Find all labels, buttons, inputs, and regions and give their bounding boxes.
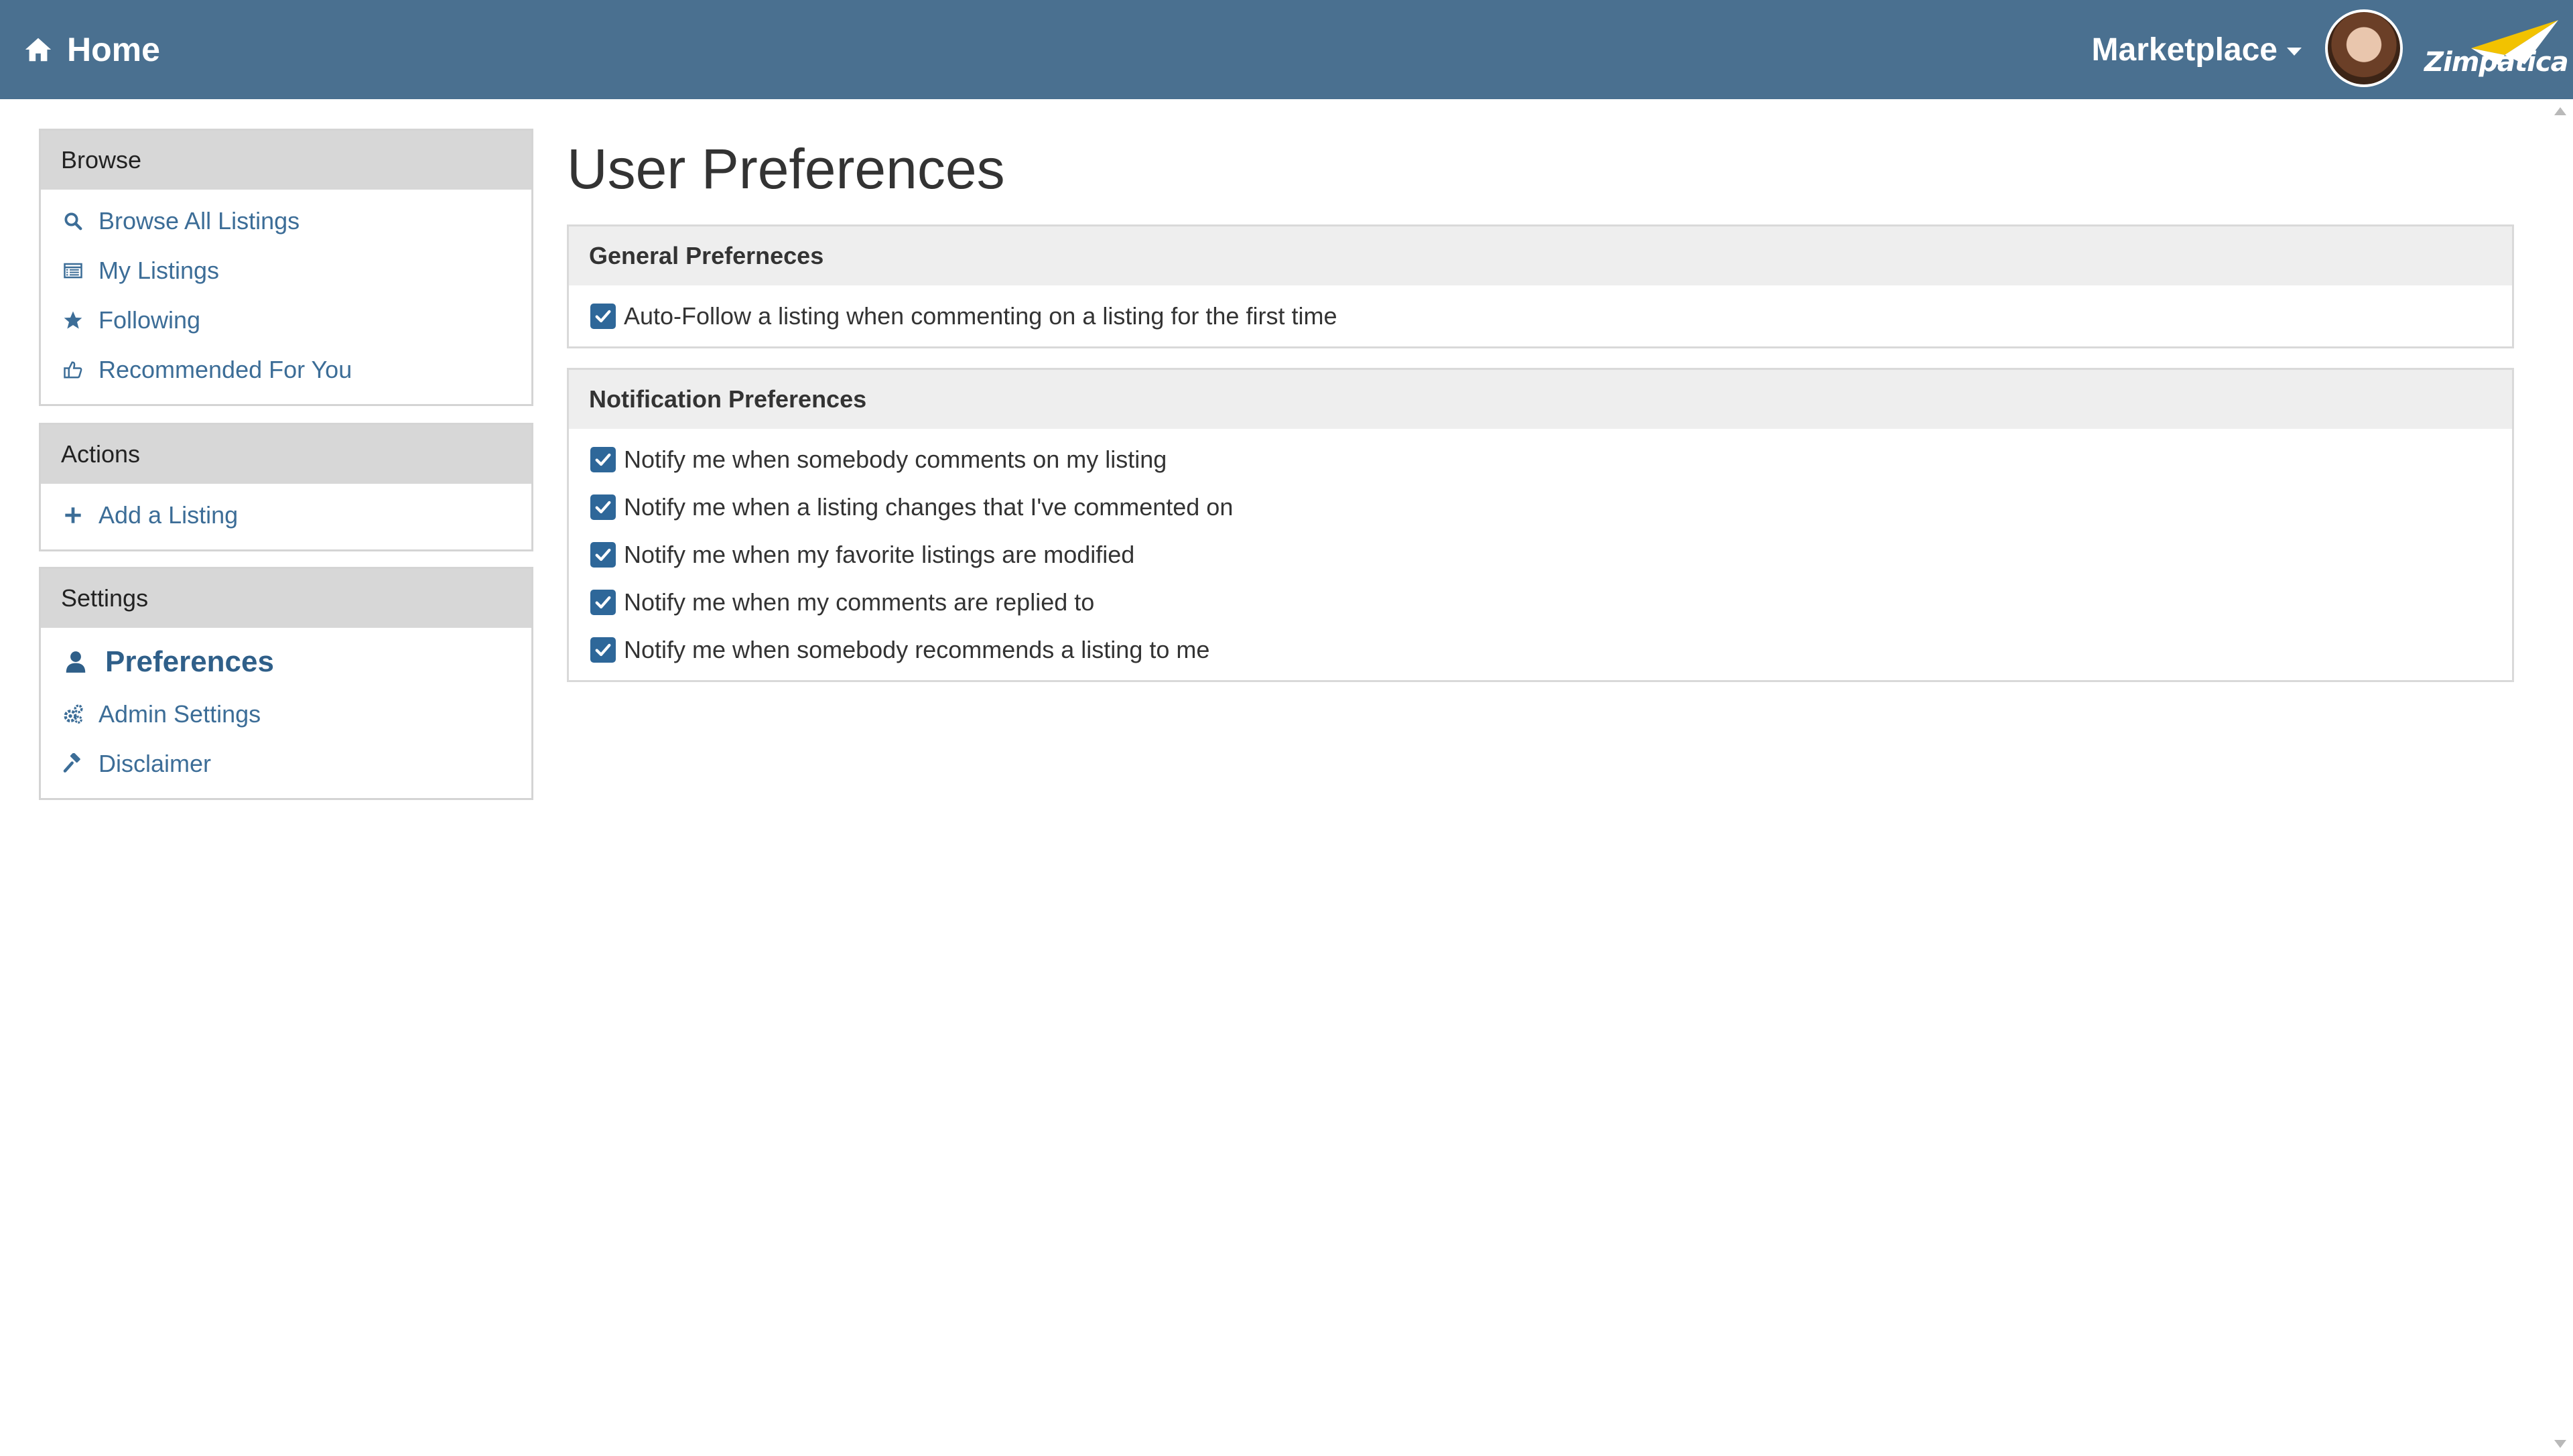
sidebar-item-label: Following: [98, 306, 201, 334]
sidebar-item-label: Preferences: [105, 645, 274, 678]
plus-icon: [61, 503, 85, 527]
option-label: Notify me when a listing changes that I'…: [624, 492, 1234, 521]
brand-logo: Zimpatica: [2424, 17, 2569, 82]
page-title: User Preferences: [567, 137, 1005, 200]
check-icon: [595, 453, 611, 466]
sidebar-item-disclaimer[interactable]: Disclaimer: [41, 739, 531, 789]
chevron-down-icon: [2287, 48, 2302, 56]
settings-panel-title: Settings: [41, 569, 531, 628]
sidebar-item-label: Add a Listing: [98, 501, 239, 529]
check-icon: [595, 596, 611, 608]
gears-icon: [61, 702, 85, 726]
preference-option: Notify me when my favorite listings are …: [569, 531, 2512, 578]
preference-option: Notify me when a listing changes that I'…: [569, 483, 2512, 531]
scroll-up-arrow-icon[interactable]: [2554, 107, 2566, 115]
check-icon: [595, 548, 611, 561]
sidebar-item-add-a-listing[interactable]: Add a Listing: [41, 490, 531, 540]
notify-comments-checkbox[interactable]: [590, 446, 616, 472]
marketplace-label: Marketplace: [2091, 31, 2278, 68]
sidebar-item-browse-all-listings[interactable]: Browse All Listings: [41, 196, 531, 246]
option-label: Notify me when my comments are replied t…: [624, 588, 1095, 616]
search-icon: [61, 209, 85, 233]
sidebar-item-preferences[interactable]: Preferences: [41, 635, 531, 689]
check-icon: [595, 501, 611, 513]
sidebar-item-label: Admin Settings: [98, 700, 261, 728]
notification-preferences-card: Notification Preferences Notify me when …: [567, 368, 2514, 682]
check-icon: [595, 643, 611, 656]
thumbs-up-icon: [61, 358, 85, 382]
top-navbar: Home Marketplace Zimpatica: [0, 0, 2573, 99]
home-icon: [25, 38, 52, 62]
option-label: Notify me when somebody recommends a lis…: [624, 635, 1210, 663]
notify-replies-checkbox[interactable]: [590, 589, 616, 615]
preference-option: Notify me when somebody recommends a lis…: [569, 626, 2512, 673]
notification-preferences-title: Notification Preferences: [569, 370, 2512, 429]
user-icon: [61, 647, 90, 677]
star-icon: [61, 308, 85, 332]
sidebar-item-label: Browse All Listings: [98, 207, 300, 235]
actions-panel-title: Actions: [41, 425, 531, 484]
notify-recommendations-checkbox[interactable]: [590, 637, 616, 663]
logo-text: Zimpatica: [2424, 47, 2569, 78]
preference-option: Notify me when my comments are replied t…: [569, 578, 2512, 626]
preference-option: Auto-Follow a listing when commenting on…: [569, 292, 2512, 340]
actions-panel: Actions Add a Listing: [39, 423, 533, 551]
home-link[interactable]: Home: [23, 27, 160, 72]
sidebar-item-label: Recommended For You: [98, 356, 352, 383]
list-icon: [61, 259, 85, 283]
general-preferences-title: General Preferneces: [569, 226, 2512, 285]
sidebar-item-label: Disclaimer: [98, 750, 212, 777]
marketplace-dropdown[interactable]: Marketplace: [2092, 27, 2302, 72]
auto-follow-checkbox[interactable]: [590, 303, 616, 329]
option-label: Notify me when somebody comments on my l…: [624, 445, 1167, 473]
sidebar-item-following[interactable]: Following: [41, 295, 531, 345]
check-icon: [595, 310, 611, 322]
sidebar-item-admin-settings[interactable]: Admin Settings: [41, 689, 531, 739]
settings-panel: Settings Preferences Admin Settings Disc…: [39, 567, 533, 800]
gavel-icon: [61, 752, 85, 776]
option-label: Notify me when my favorite listings are …: [624, 540, 1135, 568]
notify-favorites-modified-checkbox[interactable]: [590, 541, 616, 568]
browse-panel-title: Browse: [41, 131, 531, 190]
sidebar-item-label: My Listings: [98, 257, 220, 284]
scroll-down-arrow-icon[interactable]: [2554, 1440, 2566, 1448]
sidebar-item-recommended-for-you[interactable]: Recommended For You: [41, 345, 531, 395]
browse-panel: Browse Browse All Listings My Listings F…: [39, 129, 533, 406]
sidebar-item-my-listings[interactable]: My Listings: [41, 246, 531, 295]
preference-option: Notify me when somebody comments on my l…: [569, 436, 2512, 483]
user-avatar[interactable]: [2325, 9, 2403, 87]
home-label: Home: [67, 31, 160, 68]
option-label: Auto-Follow a listing when commenting on…: [624, 302, 1337, 330]
notify-listing-changes-checkbox[interactable]: [590, 494, 616, 520]
general-preferences-card: General Preferneces Auto-Follow a listin…: [567, 224, 2514, 348]
